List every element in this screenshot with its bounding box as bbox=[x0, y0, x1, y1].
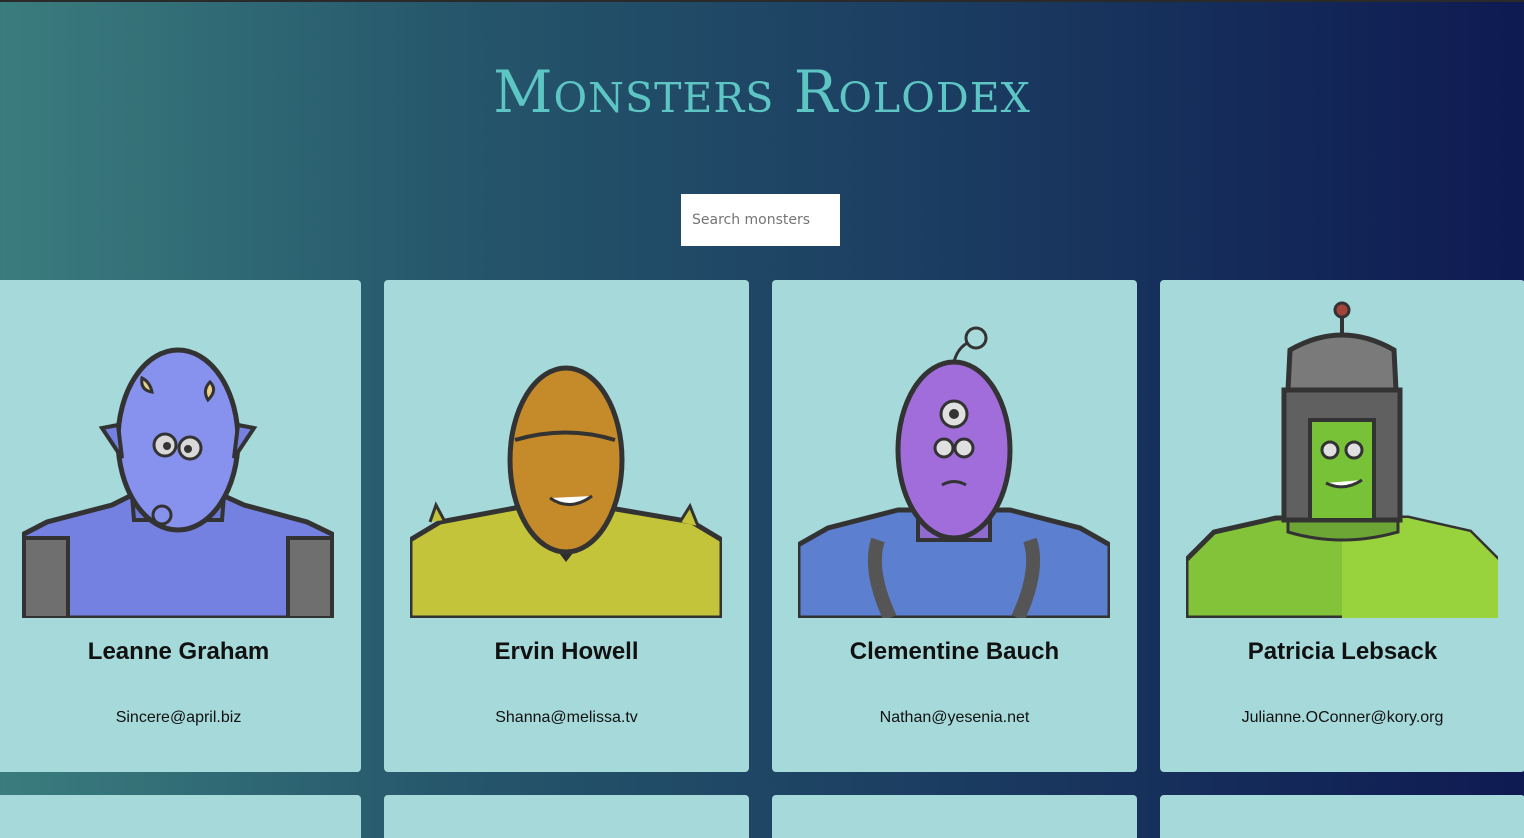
monster-card[interactable] bbox=[384, 795, 749, 838]
monster-card[interactable]: Clementine Bauch Nathan@yesenia.net bbox=[772, 280, 1137, 772]
monster-email: Nathan@yesenia.net bbox=[879, 709, 1030, 726]
monster-name: Patricia Lebsack bbox=[1247, 638, 1438, 665]
page-title: Monsters Rolodex bbox=[493, 58, 1031, 126]
monster-avatar-orange-spiked bbox=[410, 365, 722, 618]
monster-card[interactable] bbox=[1160, 795, 1524, 838]
monster-card[interactable] bbox=[772, 795, 1137, 838]
search-input[interactable] bbox=[681, 194, 840, 246]
window-top-edge bbox=[0, 0, 1524, 2]
monster-avatar-green-robot bbox=[1186, 301, 1498, 618]
monster-email: Julianne.OConner@kory.org bbox=[1241, 709, 1444, 726]
monster-card[interactable]: Leanne Graham Sincere@april.biz bbox=[0, 280, 361, 772]
monster-name: Leanne Graham bbox=[87, 638, 270, 665]
monster-avatar-blue-horned bbox=[22, 347, 334, 618]
monster-avatar-purple-cyclops bbox=[798, 326, 1110, 618]
monster-card[interactable]: Ervin Howell Shanna@melissa.tv bbox=[384, 280, 749, 772]
monster-email: Sincere@april.biz bbox=[115, 709, 242, 726]
monster-email: Shanna@melissa.tv bbox=[495, 709, 638, 726]
monster-card[interactable]: Patricia Lebsack Julianne.OConner@kory.o… bbox=[1160, 280, 1524, 772]
monster-name: Clementine Bauch bbox=[849, 638, 1060, 665]
monster-name: Ervin Howell bbox=[494, 638, 639, 665]
monster-card[interactable] bbox=[0, 795, 361, 838]
